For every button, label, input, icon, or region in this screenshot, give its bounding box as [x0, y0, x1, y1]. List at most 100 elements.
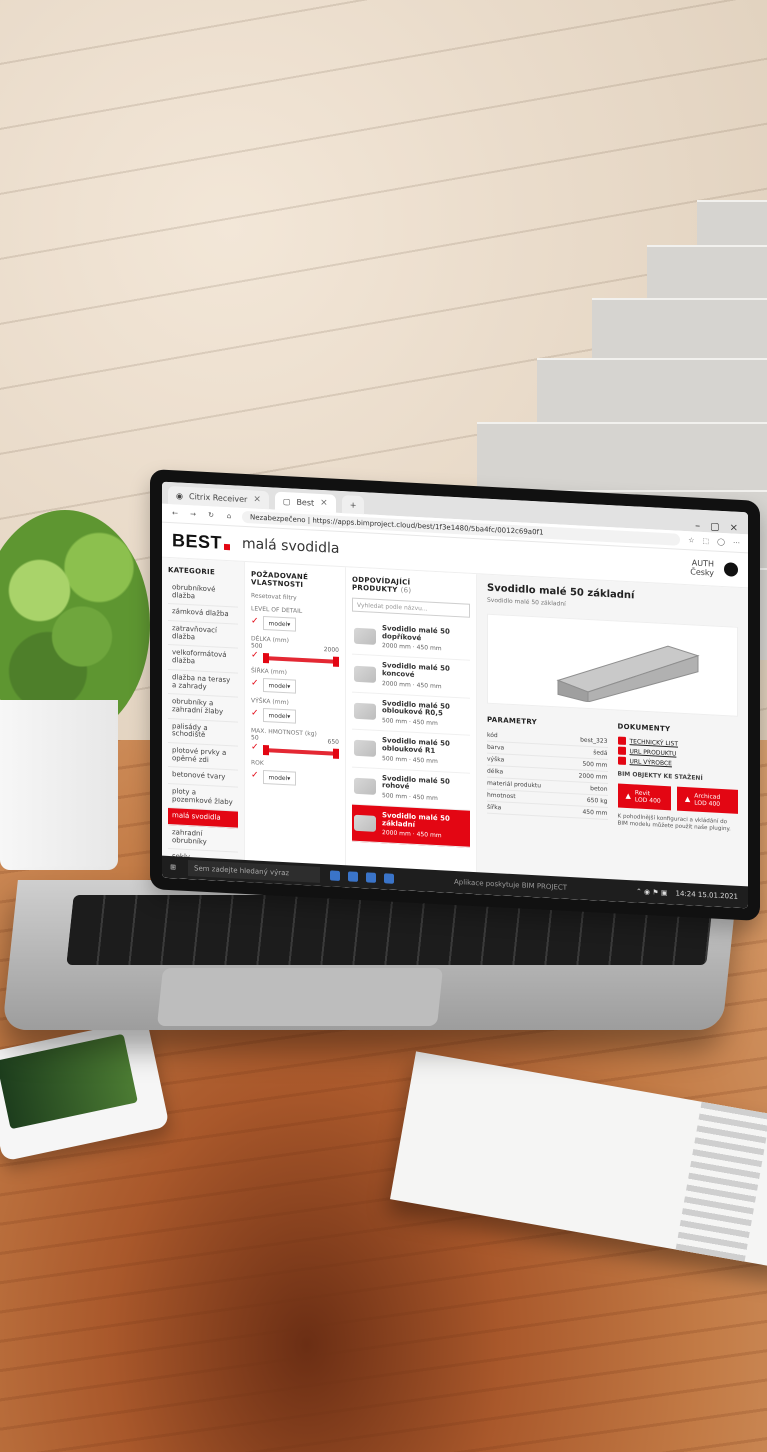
laptop-touchpad	[156, 968, 444, 1026]
minimize-icon[interactable]: –	[695, 521, 700, 532]
parameters: PARAMETRY kód best_323 barva šedá výška 500…	[487, 714, 608, 827]
clock[interactable]: 14:24 15.01.2021	[675, 890, 738, 901]
slider-handle-max[interactable]	[333, 656, 339, 667]
maximize-icon[interactable]: ▢	[710, 521, 719, 532]
category-item[interactable]: velkoformátová dlažba	[168, 645, 238, 674]
product-search-input[interactable]: Vyhledat podle názvu...	[352, 597, 470, 618]
field-row: ✓ model ▾	[251, 766, 339, 788]
app-icon[interactable]	[348, 871, 358, 882]
product-3d-preview[interactable]	[487, 613, 738, 717]
height-select[interactable]: model ▾	[262, 707, 297, 724]
check-icon[interactable]: ✓	[251, 742, 259, 752]
chevron-down-icon: ▾	[287, 774, 291, 782]
app-icon[interactable]	[366, 872, 376, 883]
app-body: KATEGORIE obrubníkové dlažba zámková dla…	[162, 557, 748, 909]
download-icon: ▲	[684, 795, 691, 804]
close-icon[interactable]: ×	[253, 494, 261, 504]
user-icon[interactable]	[724, 562, 738, 577]
forward-icon[interactable]: →	[188, 510, 198, 519]
product-detail-panel: Svodidlo malé 50 základní Svodidlo malé …	[477, 574, 748, 909]
product-title: Svodidlo malé 50 koncové	[382, 661, 450, 679]
category-item[interactable]: zahradní obrubníky	[168, 825, 238, 854]
close-icon[interactable]: ×	[320, 498, 328, 508]
product-item[interactable]: Svodidlo malé 50 koncové 2000 mm · 450 m…	[352, 654, 470, 699]
width-select[interactable]: model ▾	[262, 677, 297, 694]
check-icon[interactable]: ✓	[251, 770, 259, 780]
year-select[interactable]: model ▾	[262, 769, 297, 786]
slider-handle-max[interactable]	[333, 748, 339, 759]
detail-columns: PARAMETRY kód best_323 barva šedá výška 500…	[487, 714, 738, 834]
product-item-selected[interactable]: Svodidlo malé 50 základní 2000 mm · 450 …	[352, 804, 470, 849]
reset-filters-link[interactable]: Resetovat filtry	[251, 592, 339, 604]
home-icon[interactable]: ⌂	[224, 512, 234, 521]
field-row: ✓ model ▾	[251, 674, 339, 696]
lod-select[interactable]: model ▾	[262, 615, 297, 632]
category-item[interactable]: zatravňovací dlažba	[168, 621, 238, 650]
check-icon[interactable]: ✓	[251, 616, 259, 626]
category-item[interactable]: dlažba na terasy a zahrady	[168, 669, 238, 698]
laptop-screen: ◉ Citrix Receiver × ▢ Best × + – ▢ × ← →…	[162, 481, 748, 909]
length-slider[interactable]	[262, 652, 339, 667]
properties-heading: POŽADOVANÉ VLASTNOSTI	[251, 570, 309, 590]
page-icon: ▢	[282, 496, 291, 506]
pdf-icon	[617, 756, 626, 765]
system-tray: ⌃ ◉ ⚑ ▣ 14:24 15.01.2021	[636, 887, 748, 901]
back-icon[interactable]: ←	[170, 509, 180, 518]
tray-icons[interactable]: ⌃ ◉ ⚑ ▣	[636, 887, 668, 897]
citrix-icon: ◉	[176, 490, 183, 501]
notebook-spiral	[675, 1101, 767, 1262]
check-icon[interactable]: ✓	[251, 678, 259, 688]
app-icon[interactable]	[384, 873, 394, 884]
profile-icon[interactable]: ◯	[717, 538, 725, 546]
category-item[interactable]: obrubníkové dlažba	[168, 579, 238, 609]
category-item[interactable]: palisády a schodiště	[168, 718, 238, 747]
category-item[interactable]: ploty a pozemkové žlaby	[168, 783, 238, 813]
new-tab-button[interactable]: +	[341, 495, 365, 515]
documents-heading: DOKUMENTY	[617, 722, 671, 734]
chevron-down-icon: ▾	[287, 620, 291, 628]
reload-icon[interactable]: ↻	[206, 511, 216, 520]
check-icon[interactable]: ✓	[251, 650, 259, 660]
field-row: ✓ model ▾	[251, 612, 339, 634]
archicad-download-button[interactable]: ▲ Archicad LOD 400	[676, 786, 738, 814]
menu-icon[interactable]: ⋯	[733, 539, 740, 547]
slider-handle-min[interactable]	[262, 744, 269, 756]
revit-download-button[interactable]: ▲ Revit LOD 400	[617, 783, 671, 811]
extensions-icon[interactable]: ⬚	[703, 537, 710, 545]
slider-handle-min[interactable]	[262, 652, 269, 664]
products-heading: ODPOVÍDAJÍCÍ PRODUKTY (6)	[352, 575, 412, 595]
taskbar-search-input[interactable]: Sem zadejte hledaný výraz	[188, 860, 320, 883]
bim-heading: BIM OBJEKTY KE STAŽENÍ	[617, 770, 703, 782]
products-count: (6)	[400, 586, 412, 595]
check-icon[interactable]: ✓	[251, 708, 259, 718]
product-thumbnail	[354, 627, 376, 646]
pdf-icon	[617, 746, 626, 755]
photo-scene: ◉ Citrix Receiver × ▢ Best × + – ▢ × ← →…	[0, 0, 767, 1452]
brand-logo: BEST	[172, 530, 231, 554]
weight-slider[interactable]	[262, 744, 339, 759]
category-item[interactable]: plotové prvky a opěrné zdi	[168, 742, 238, 771]
product-item[interactable]: Svodidlo malé 50 obloukové R0,5 500 mm ·…	[352, 692, 470, 736]
close-window-icon[interactable]: ×	[730, 522, 738, 533]
product-item[interactable]: Svodidlo malé 50 rohové 500 mm · 450 mm	[352, 767, 470, 811]
product-title: Svodidlo malé 50 obloukové R0,5	[382, 698, 450, 718]
browser-tab-2[interactable]: ▢ Best ×	[274, 491, 336, 513]
windows-start-icon[interactable]: ⊞	[162, 863, 184, 872]
product-thumbnail	[354, 777, 376, 795]
page-title: malá svodidla	[242, 535, 340, 557]
user-area: AUTH Česky	[690, 558, 738, 579]
app-icon[interactable]	[330, 870, 340, 881]
star-icon[interactable]: ☆	[688, 536, 694, 544]
laptop-screen-frame: ◉ Citrix Receiver × ▢ Best × + – ▢ × ← →…	[150, 469, 760, 921]
phone-screen	[0, 1033, 138, 1130]
chevron-down-icon: ▾	[287, 712, 291, 720]
bim-buttons: ▲ Revit LOD 400 ▲ Archicad LOD 400	[617, 783, 738, 814]
product-title: Svodidlo malé 50 dopříkové	[382, 624, 450, 642]
category-item[interactable]: obrubníky a zahradní žlaby	[168, 694, 238, 723]
categories-heading: KATEGORIE	[168, 565, 216, 577]
language-selector[interactable]: AUTH Česky	[690, 558, 714, 577]
categories-panel: KATEGORIE obrubníkové dlažba zámková dla…	[162, 557, 245, 884]
product-item[interactable]: Svodidlo malé 50 dopříkové 2000 mm · 450…	[352, 617, 470, 662]
bimproject-label: Aplikace poskytuje BIM PROJECT	[454, 877, 568, 892]
product-item[interactable]: Svodidlo malé 50 obloukové R1 500 mm · 4…	[352, 729, 470, 774]
